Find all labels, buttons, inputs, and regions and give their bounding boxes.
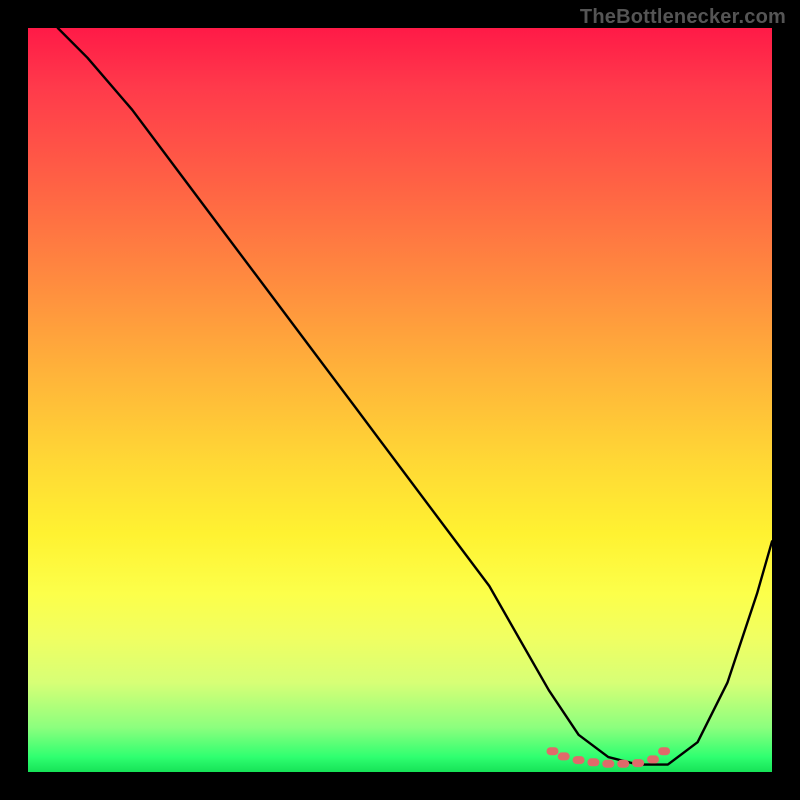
plot-area [28, 28, 772, 772]
bottleneck-curve [58, 28, 772, 765]
plot-frame [28, 28, 772, 772]
watermark-text: TheBottlenecker.com [580, 6, 786, 29]
curve-layer [28, 28, 772, 772]
